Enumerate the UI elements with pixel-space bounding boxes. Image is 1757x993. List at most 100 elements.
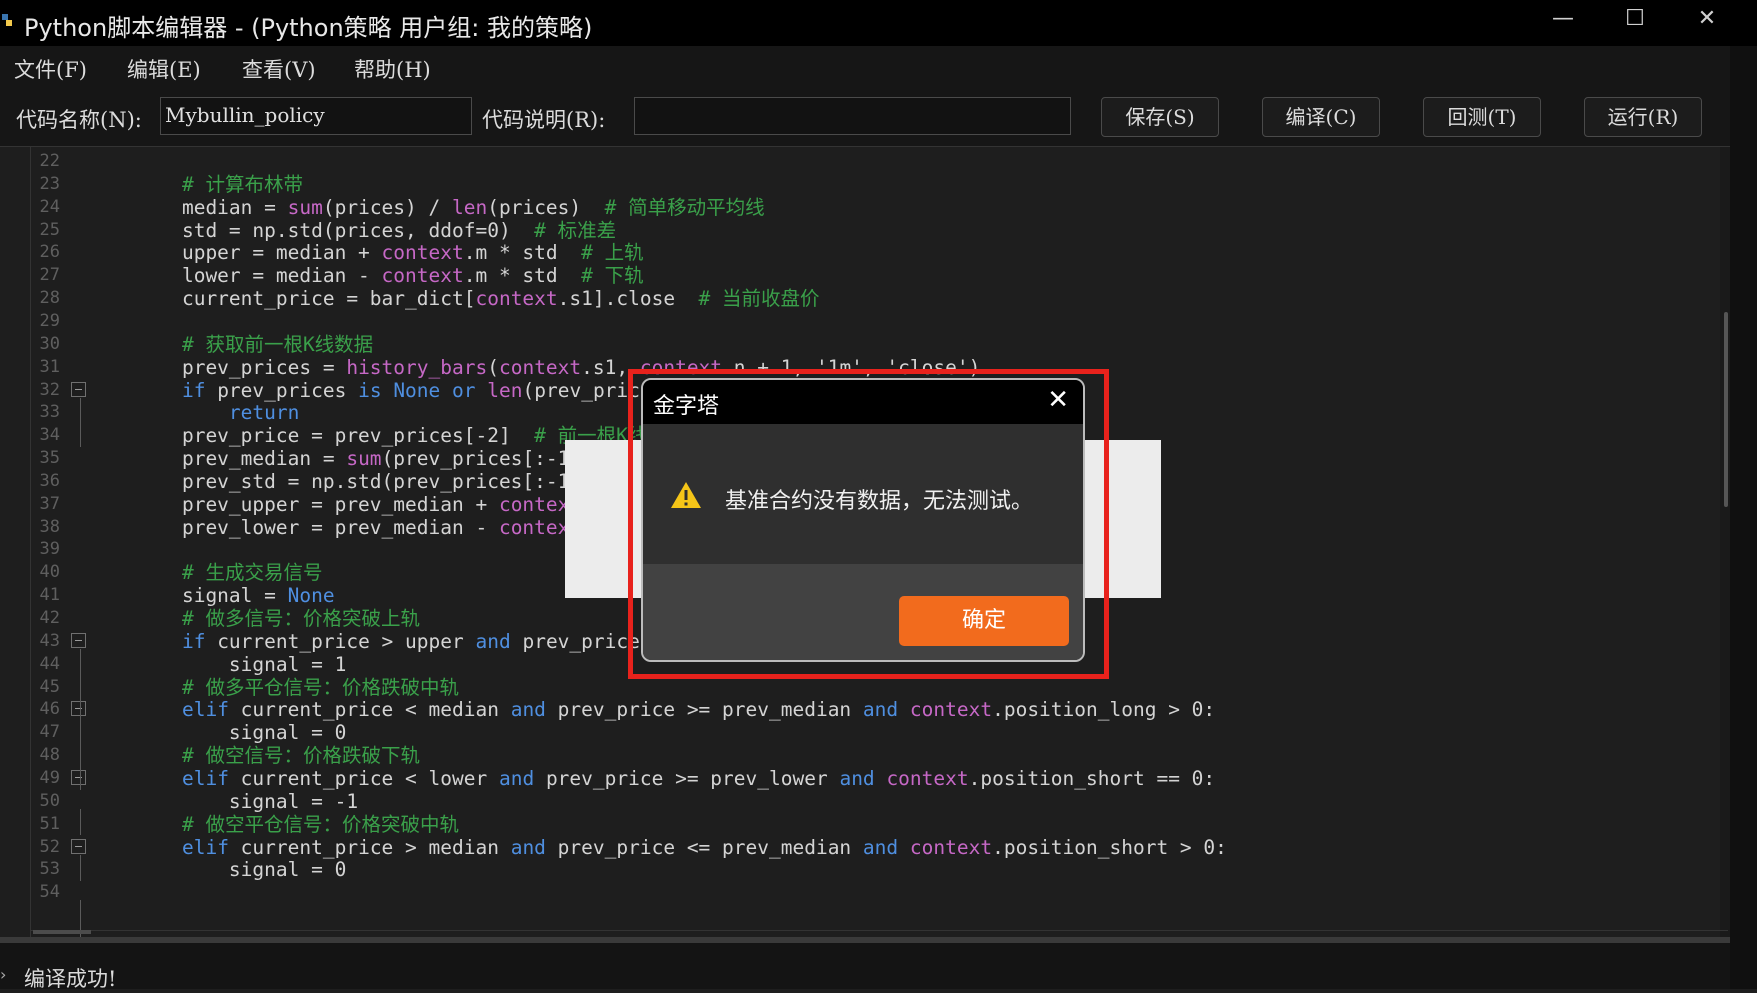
code-line[interactable]: 24 median = sum(prices) / len(prices) # … (31, 196, 1721, 219)
line-number: 23 (39, 173, 60, 194)
code-line[interactable]: 23 # 计算布林带 (31, 173, 1721, 196)
code-token: prev_prices = (135, 355, 347, 379)
code-token: signal = -1 (135, 789, 359, 813)
code-text: # 做多平仓信号：价格跌破中轨 (135, 676, 459, 699)
code-token: current_price < median (228, 698, 511, 722)
code-token: context (909, 698, 993, 722)
code-text: current_price = bar_dict[context.s1].clo… (135, 287, 820, 310)
line-number: 38 (39, 516, 60, 537)
line-number: 22 (39, 151, 60, 171)
code-line[interactable]: 28 current_price = bar_dict[context.s1].… (31, 287, 1721, 310)
line-number: 37 (39, 493, 60, 514)
code-text: signal = 1 (135, 653, 346, 676)
code-line[interactable]: 46 elif current_price < median and prev_… (31, 698, 1721, 721)
code-token: prev_prices (205, 378, 359, 402)
horizontal-scroll-thumb[interactable] (33, 930, 91, 934)
menu-view[interactable]: 查看(V) (242, 54, 316, 84)
code-token: None (287, 584, 335, 608)
code-line[interactable]: 27 lower = median - context.m * std # 下轨 (31, 264, 1721, 287)
code-token: signal = 0 (135, 858, 347, 882)
code-token: context (475, 287, 558, 311)
fold-toggle-icon[interactable] (71, 769, 86, 785)
code-token: and (862, 698, 899, 722)
minimize-button[interactable]: — (1543, 4, 1583, 34)
backtest-button[interactable]: 回测(T) (1423, 97, 1541, 137)
code-text: std = np.std(prices, ddof=0) # 标准差 (135, 219, 616, 242)
line-number: 53 (39, 859, 60, 880)
code-token: (prices) / (322, 195, 452, 219)
code-line[interactable]: 29 (31, 310, 1721, 333)
code-text: elif current_price < lower and prev_pric… (135, 767, 1215, 790)
vertical-scrollbar[interactable] (1720, 147, 1730, 937)
line-number: 32 (39, 379, 60, 400)
highlight-box (628, 369, 1109, 679)
line-number: 35 (39, 448, 60, 469)
code-token: ( (487, 355, 499, 379)
code-text: # 生成交易信号 (135, 561, 323, 585)
menu-bar: 文件(F) 编辑(E) 查看(V) 帮助(H) (0, 46, 1757, 90)
fold-guide (80, 854, 81, 882)
code-text: prev_upper = prev_median + context.m * (135, 493, 628, 516)
code-token: context (381, 241, 464, 265)
code-token: sum (287, 195, 323, 219)
line-number: 49 (39, 767, 60, 788)
code-token: context (886, 766, 969, 790)
code-line[interactable]: 54 (31, 881, 1721, 904)
line-number: 27 (39, 265, 60, 286)
code-text: # 做空平仓信号：价格突破中轨 (135, 813, 459, 836)
code-line[interactable]: 50 signal = -1 (31, 790, 1721, 813)
chevron-right-icon: › (0, 965, 7, 984)
code-line[interactable]: 49 elif current_price < lower and prev_p… (31, 767, 1721, 790)
code-line[interactable]: 30 # 获取前一根K线数据 (31, 333, 1721, 356)
code-line[interactable]: 51 # 做空平仓信号：价格突破中轨 (31, 813, 1721, 836)
close-window-button[interactable]: ✕ (1687, 4, 1727, 34)
code-token: and (510, 835, 546, 859)
code-line[interactable]: 47 signal = 0 (31, 721, 1721, 744)
line-number: 31 (39, 356, 60, 377)
menu-help[interactable]: 帮助(H) (354, 54, 431, 84)
code-token: # 生成交易信号 (135, 561, 323, 585)
code-text: lower = median - context.m * std # 下轨 (135, 264, 644, 287)
code-line[interactable]: 52 elif current_price > median and prev_… (31, 836, 1721, 859)
fold-toggle-icon[interactable] (71, 632, 86, 648)
code-token: and (498, 766, 535, 790)
code-line[interactable]: 26 upper = median + context.m * std # 上轨 (31, 241, 1721, 264)
code-line[interactable]: 22 (31, 150, 1721, 173)
code-token: signal = (135, 584, 288, 608)
fold-toggle-icon[interactable] (71, 701, 86, 717)
code-line[interactable]: 25 std = np.std(prices, ddof=0) # 标准差 (31, 219, 1721, 242)
code-token: std = np.std(prices, ddof=0) (135, 218, 535, 242)
code-desc-input[interactable] (634, 97, 1071, 135)
line-number: 51 (39, 813, 60, 834)
code-token: elif (181, 835, 229, 859)
code-token: if (181, 629, 206, 653)
fold-toggle-icon[interactable] (71, 838, 86, 854)
code-line[interactable]: 53 signal = 0 (31, 858, 1721, 881)
code-token: context (909, 835, 993, 859)
code-name-input[interactable]: Mybullin_policy (160, 97, 472, 135)
code-token: .position_long > 0: (992, 698, 1216, 722)
code-token: len (487, 378, 523, 402)
compile-button[interactable]: 编译(C) (1262, 97, 1380, 137)
menu-file[interactable]: 文件(F) (14, 54, 87, 84)
menu-edit[interactable]: 编辑(E) (127, 54, 201, 84)
code-token: sum (346, 447, 382, 471)
vertical-scroll-thumb[interactable] (1724, 312, 1728, 507)
maximize-button[interactable]: ☐ (1615, 4, 1655, 34)
fold-toggle-icon[interactable] (71, 381, 86, 397)
toolbar: 代码名称(N): Mybullin_policy 代码说明(R): 保存(S) … (0, 90, 1757, 147)
code-token: median = (135, 195, 288, 219)
code-token: # 简单移动平均线 (604, 195, 765, 219)
code-line[interactable]: 48 # 做空信号：价格跌破下轨 (31, 744, 1721, 767)
python-icon (2, 14, 12, 26)
line-number: 42 (39, 608, 60, 628)
save-button[interactable]: 保存(S) (1101, 97, 1219, 137)
run-button[interactable]: 运行(R) (1584, 97, 1702, 137)
code-token: # 当前收盘价 (698, 287, 820, 311)
